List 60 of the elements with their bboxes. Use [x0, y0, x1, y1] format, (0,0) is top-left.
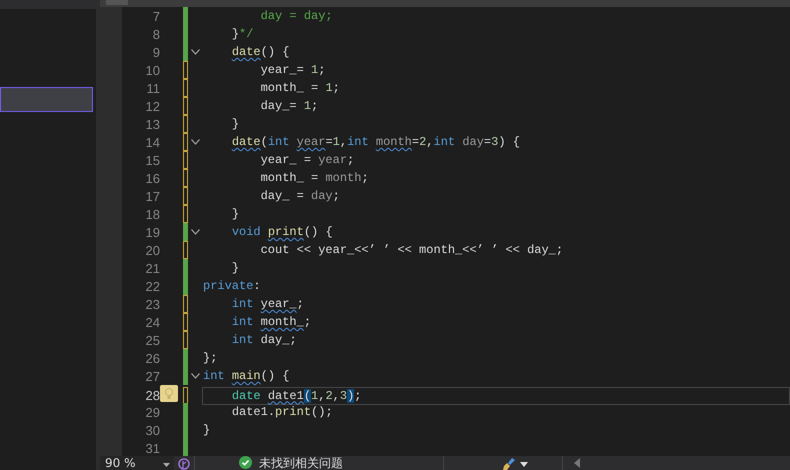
- issues-status: 未找到相关问题: [259, 456, 343, 470]
- line-number: 29: [144, 404, 160, 420]
- branch-icon[interactable]: [178, 458, 190, 470]
- chevron-down-icon[interactable]: [190, 139, 200, 145]
- code-line: int main() {: [202, 368, 290, 385]
- line-number: 21: [144, 260, 160, 276]
- line-number: 10: [144, 62, 160, 78]
- chevron-down-icon[interactable]: [190, 229, 200, 235]
- code-line: date1.print();: [230, 404, 334, 421]
- code-line: year_ = year;: [260, 152, 356, 169]
- line-number: 14: [144, 134, 160, 150]
- line-number: 20: [144, 242, 160, 258]
- chevron-down-icon[interactable]: [190, 373, 200, 379]
- line-number: 8: [152, 26, 160, 42]
- code-line: date() {: [230, 44, 290, 61]
- line-number: 24: [144, 314, 160, 330]
- line-number: 19: [144, 224, 160, 240]
- line-number: 30: [144, 422, 160, 438]
- caret-icon: [163, 463, 170, 467]
- line-number: 15: [144, 152, 160, 168]
- code-line: cout << year_<<’ ’ << month_<<’ ’ << day_;: [260, 242, 564, 259]
- code-line: }: [230, 260, 240, 277]
- code-line: private:: [202, 278, 262, 295]
- code-line: }: [230, 206, 240, 223]
- line-number: 23: [144, 296, 160, 312]
- line-number: 18: [144, 206, 160, 222]
- line-number: 31: [144, 440, 160, 456]
- code-line: };: [202, 350, 218, 367]
- line-number: 13: [144, 116, 160, 132]
- line-number: 9: [152, 44, 160, 60]
- line-number: 11: [146, 80, 160, 96]
- scroll-left-icon[interactable]: [573, 458, 581, 468]
- code-line: day_ = day;: [260, 188, 341, 205]
- code-line: }*/: [230, 26, 254, 43]
- line-number: 27: [144, 368, 160, 384]
- line-number: 25: [144, 332, 160, 348]
- code-line: }: [202, 422, 212, 439]
- line-number: 22: [144, 278, 160, 294]
- code-line: int day_;: [230, 332, 298, 349]
- code-line: year_= 1;: [260, 62, 326, 79]
- check-circle-icon: [239, 456, 252, 469]
- line-number: 16: [144, 170, 160, 186]
- brush-icon: [502, 458, 516, 470]
- code-line: int month_;: [230, 314, 312, 331]
- line-number: 28: [144, 388, 160, 403]
- code-line: month_ = month;: [260, 170, 370, 187]
- zoom-dropdown[interactable]: 90 %: [100, 456, 174, 470]
- caret-icon: [520, 462, 528, 467]
- code-line: void print() {: [230, 224, 334, 241]
- code-line: day_= 1;: [260, 98, 320, 115]
- code-line: }: [230, 116, 240, 133]
- code-line: date(int year=1,int month=2,int day=3) {: [230, 134, 521, 151]
- chevron-down-icon[interactable]: [190, 49, 200, 55]
- code-line: int year_;: [230, 296, 305, 313]
- code-line: month_ = 1;: [260, 80, 341, 97]
- code-line: day = day;: [260, 8, 334, 25]
- line-number: 26: [144, 350, 160, 366]
- line-number: 17: [144, 188, 160, 204]
- line-number: 7: [152, 8, 160, 24]
- line-number: 12: [144, 98, 160, 114]
